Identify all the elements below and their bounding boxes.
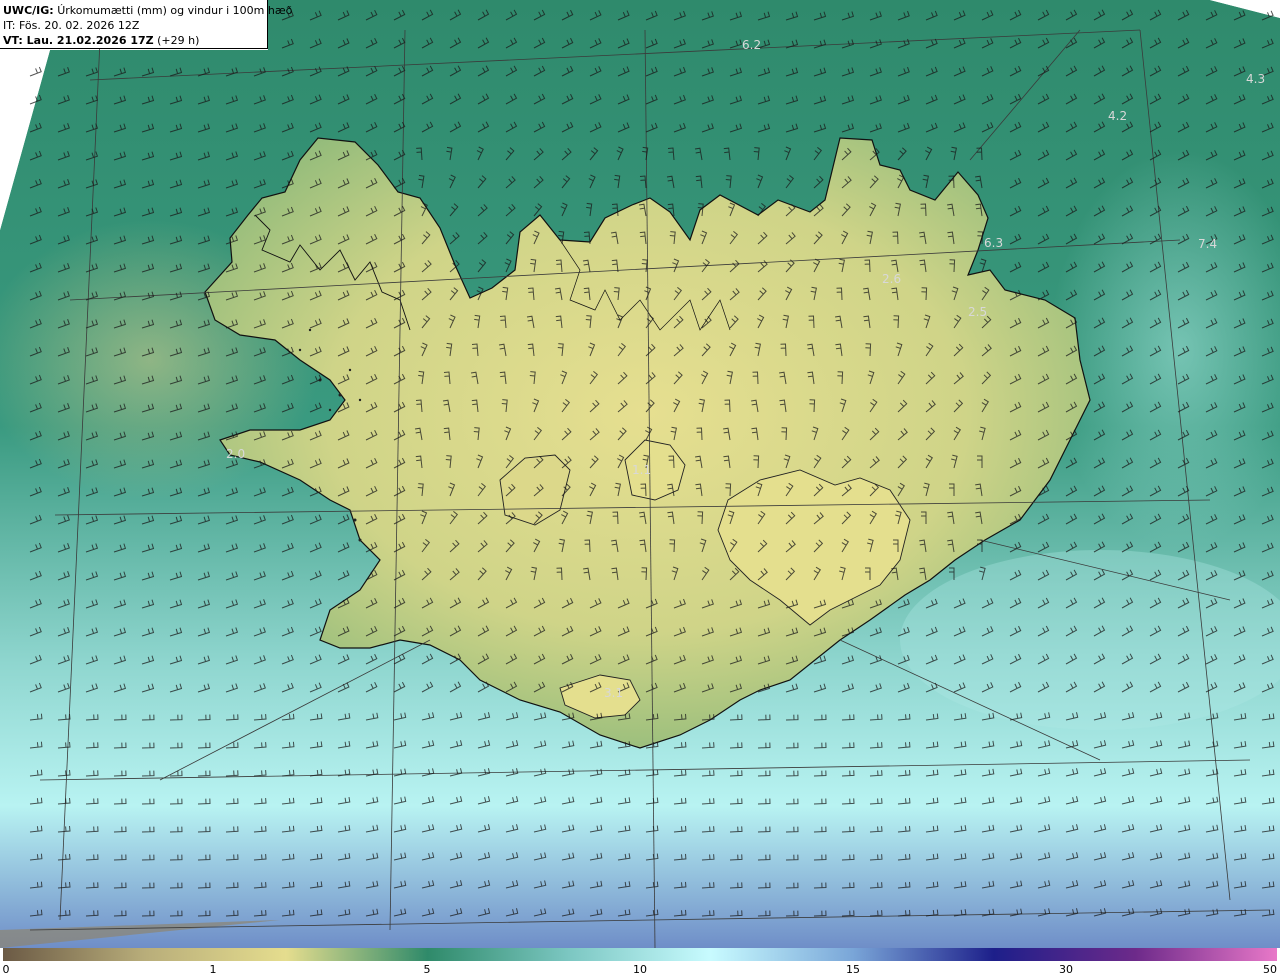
map-label: 2.5 xyxy=(968,305,987,319)
colorbar-tick-label: 5 xyxy=(423,963,431,976)
map-label: 6.3 xyxy=(984,236,1003,250)
valid-time: VT: Lau. 21.02.2026 17Z xyxy=(3,34,154,47)
map-label: 7.4 xyxy=(1198,237,1217,251)
lead-time: (+29 h) xyxy=(157,34,200,47)
model-name: UWC/IG: xyxy=(3,4,54,17)
colorbar-tick-label: 10 xyxy=(633,963,647,976)
colorbar-gradient xyxy=(3,948,1277,961)
colorbar: 0 1 5 10 15 30 50 xyxy=(0,948,1280,978)
map-label: 6.2 xyxy=(742,38,761,52)
map-label: 1.1 xyxy=(632,463,651,477)
initial-time: IT: Fös. 20. 02. 2026 12Z xyxy=(3,19,140,32)
map-label: 4.2 xyxy=(1108,109,1127,123)
precipitation-wind-map: 6.2 4.3 4.2 6.3 7.4 2.6 2.5 2.0 1.1 3.1 xyxy=(0,0,1280,948)
info-box: UWC/IG: Úrkomumætti (mm) og vindur i 100… xyxy=(0,0,292,49)
colorbar-tick-label: 15 xyxy=(846,963,860,976)
map-label: 4.3 xyxy=(1246,72,1265,86)
map-label: 3.1 xyxy=(604,686,623,700)
colorbar-tick-label: 50 xyxy=(1263,963,1277,976)
map-label: 2.6 xyxy=(882,272,901,286)
map-title: Úrkomumætti (mm) og vindur i 100m hæð xyxy=(57,4,293,17)
colorbar-tick-label: 30 xyxy=(1059,963,1073,976)
colorbar-tick-label: 1 xyxy=(209,963,217,976)
map-label: 2.0 xyxy=(226,447,245,461)
colorbar-tick-label: 0 xyxy=(2,963,10,976)
